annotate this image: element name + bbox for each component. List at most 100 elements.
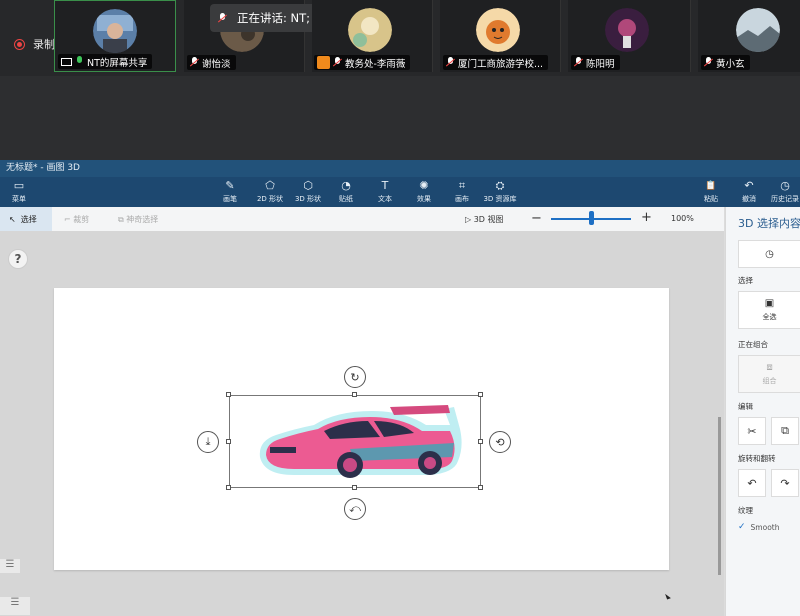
magic-select-label: 神奇选择 (126, 215, 159, 224)
rotate-z-icon[interactable]: ↻ (344, 366, 366, 388)
side-menu-icon[interactable]: ☰ (0, 559, 20, 573)
bottom-menu-icon[interactable]: ☰ (0, 597, 30, 615)
tool-label: 贴纸 (339, 195, 353, 203)
participant-name-tag: 陈阳明 (571, 55, 620, 70)
copy-button[interactable]: ⧉ (771, 417, 799, 445)
tool-label: 粘贴 (704, 195, 718, 203)
select-label: 选择 (20, 214, 37, 224)
zoom-out-button[interactable]: − (531, 211, 542, 226)
tool-brushes[interactable]: ✎ 画笔 (214, 180, 246, 204)
zoom-slider-thumb[interactable] (589, 211, 594, 225)
resize-handle[interactable] (478, 439, 483, 444)
tool-label: 画布 (455, 195, 469, 203)
resize-handle[interactable] (352, 485, 357, 490)
tool-3d-library[interactable]: ⛭ 3D 资源库 (480, 180, 520, 204)
mic-on-icon (75, 56, 84, 67)
participant-tile[interactable]: 黄小玄 (698, 0, 800, 72)
crop-button[interactable]: ⌐ 裁剪 (64, 214, 89, 225)
3d-library-icon: ⛭ (495, 179, 505, 192)
history-button[interactable]: ◷ 历史记录 (770, 180, 800, 204)
participant-name: NT的屏幕共享 (87, 57, 148, 69)
participant-name-tag: 黄小玄 (701, 55, 750, 70)
help-button[interactable]: ? (8, 249, 28, 269)
crop-label: 裁剪 (73, 215, 90, 224)
undo-icon: ↶ (744, 179, 754, 192)
3d-view-label: 3D 视图 (473, 215, 504, 224)
participant-tile[interactable]: 陈阳明 (568, 0, 691, 72)
tool-2d-shapes[interactable]: ⬠ 2D 形状 (252, 180, 288, 204)
texture-smooth-checkbox[interactable]: ✓ Smooth (738, 522, 780, 532)
rotate-right-button[interactable]: ↷ (771, 469, 799, 497)
select-section-label: 选择 (738, 276, 753, 285)
vertical-scrollbar[interactable] (718, 417, 721, 575)
participant-video (93, 9, 137, 53)
participant-tile-screen-share[interactable]: NT的屏幕共享 (54, 0, 176, 72)
group-button[interactable]: ⧈ 组合 (738, 355, 800, 393)
mic-muted-icon (704, 57, 713, 68)
resize-handle[interactable] (352, 392, 357, 397)
resize-handle[interactable] (226, 439, 231, 444)
resize-handle[interactable] (226, 485, 231, 490)
mic-muted-icon (446, 57, 455, 68)
brush-icon: ✎ (225, 179, 235, 192)
rotate-left-button[interactable]: ↶ (738, 469, 766, 497)
zoom-in-button[interactable]: + (641, 210, 652, 225)
tool-label: 画笔 (223, 195, 237, 203)
mic-muted-icon (333, 57, 342, 68)
depth-push-icon[interactable]: ⤓ (197, 431, 219, 453)
participant-tile[interactable]: 教务处-李雨薇 (312, 0, 433, 72)
group-icon: ⧈ (766, 362, 773, 373)
paste-button[interactable]: 📋 粘贴 (698, 180, 724, 204)
effects-icon: ✺ (419, 179, 429, 192)
mic-muted-icon (574, 57, 583, 68)
menu-button[interactable]: ▭ 菜单 (8, 180, 30, 204)
select-all-icon: ▣ (764, 298, 775, 309)
cut-button[interactable]: ✂ (738, 417, 766, 445)
tool-stickers[interactable]: ◔ 贴纸 (331, 180, 361, 204)
tool-3d-shapes[interactable]: ⬡ 3D 形状 (292, 180, 324, 204)
rotate-section-label: 旋转和翻转 (738, 454, 776, 463)
participant-name: 谢怡淡 (202, 58, 231, 70)
selection-toolbar: ↖ 选择 ⌐ 裁剪 ⧉ 神奇选择 ▷ 3D 视图 − + 100% (0, 207, 724, 232)
cursor-icon: ↖ (9, 214, 16, 224)
3d-shapes-icon: ⬡ (303, 179, 313, 192)
magic-select-button[interactable]: ⧉ 神奇选择 (118, 214, 158, 225)
speaking-prefix: 正在讲话: (237, 11, 291, 25)
canvas-icon: ⌗ (458, 179, 466, 192)
resize-handle[interactable] (478, 485, 483, 490)
zoom-percent: 100% (671, 214, 694, 223)
paste-icon: 📋 (705, 181, 717, 191)
text-icon: T (381, 179, 389, 192)
participant-avatar (476, 8, 520, 52)
resize-handle[interactable] (226, 392, 231, 397)
tool-canvas[interactable]: ⌗ 画布 (447, 180, 477, 204)
reset-button[interactable]: ◷ (738, 240, 800, 268)
select-all-button[interactable]: ▣ 全选 (738, 291, 800, 329)
tool-label: 3D 资源库 (483, 195, 517, 203)
undo-button[interactable]: ↶ 撤消 (736, 180, 762, 204)
select-tool-button[interactable]: ↖ 选择 (0, 207, 52, 231)
participant-avatar (736, 8, 780, 52)
selection-box[interactable] (229, 395, 481, 488)
paint3d-window: 无标题* - 画图 3D ▭ 菜单 ✎ 画笔 ⬠ 2D 形状 ⬡ 3D 形状 ◔… (0, 160, 800, 616)
participant-avatar (605, 8, 649, 52)
tool-label: 历史记录 (771, 195, 799, 203)
selection-panel: 3D 选择内容 ◷ 选择 ▣ 全选 正在组合 ⧈ 组合 编辑 ✂ ⧉ 旋转和翻转… (725, 207, 800, 616)
tool-effects[interactable]: ✺ 效果 (409, 180, 439, 204)
resize-handle[interactable] (478, 392, 483, 397)
tool-label: 效果 (417, 195, 431, 203)
ribbon: ▭ 菜单 ✎ 画笔 ⬠ 2D 形状 ⬡ 3D 形状 ◔ 贴纸 T 文本 ✺ 效果… (0, 177, 800, 207)
rotate-x-icon[interactable]: ⤺ (344, 498, 366, 520)
tool-text[interactable]: T 文本 (370, 180, 400, 204)
workspace[interactable]: ? ↻ ⤓ ⟲ ⤺ ☰ ☰ (0, 231, 724, 616)
participant-name-tag: 教务处-李雨薇 (314, 55, 411, 70)
menu-label: 菜单 (12, 195, 26, 203)
texture-option-label: Smooth (750, 522, 780, 532)
3d-view-toggle[interactable]: ▷ 3D 视图 (465, 214, 504, 225)
participant-tile[interactable]: 厦门工商旅游学校... (440, 0, 561, 72)
rotate-y-icon[interactable]: ⟲ (489, 431, 511, 453)
edit-section-label: 编辑 (738, 402, 753, 411)
meeting-participant-bar: 录制中 NT的屏幕共享 谢怡淡 正在讲话: NT; ◆◆ (0, 0, 800, 76)
copy-icon: ⧉ (781, 424, 789, 437)
folder-icon: ▭ (13, 179, 25, 192)
